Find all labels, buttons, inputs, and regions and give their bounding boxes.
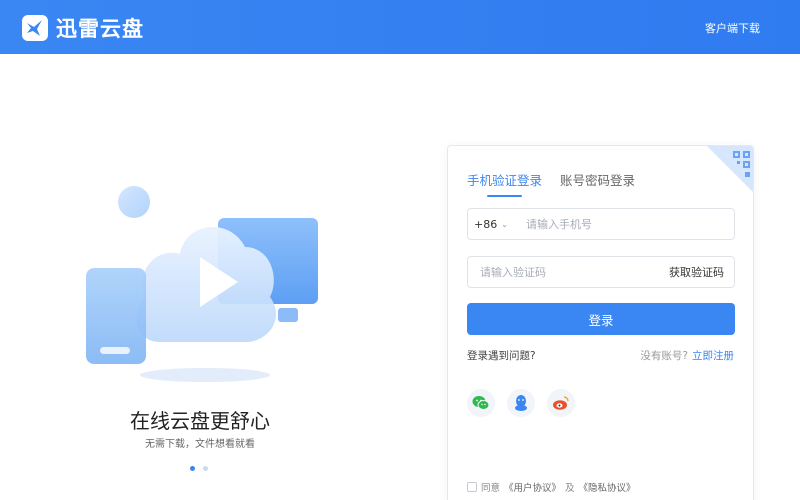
- social-login-group: [467, 389, 575, 417]
- wechat-icon[interactable]: [467, 389, 495, 417]
- user-agreement-link[interactable]: 《用户协议》: [504, 480, 561, 494]
- cloud-play-icon: [136, 227, 276, 342]
- tab-phone-login[interactable]: 手机验证登录: [467, 170, 542, 197]
- login-tabs: 手机验证登录 账号密码登录: [467, 170, 635, 197]
- verification-code-input[interactable]: [468, 257, 669, 287]
- country-code-select[interactable]: +86 ⌄: [468, 209, 514, 239]
- chevron-down-icon: ⌄: [501, 219, 508, 229]
- phone-field: +86 ⌄: [467, 208, 735, 240]
- client-download-link[interactable]: 客户端下载: [705, 20, 760, 36]
- get-code-button[interactable]: 获取验证码: [669, 264, 734, 280]
- monitor-stand: [278, 308, 298, 322]
- carousel-dot-1[interactable]: [190, 466, 195, 471]
- top-header: 迅雷云盘 客户端下载: [0, 0, 800, 54]
- weibo-icon[interactable]: [547, 389, 575, 417]
- agreement-row: 同意 《用户协议》 及 《隐私协议》: [467, 480, 636, 494]
- register-prompt: 没有账号? 立即注册: [640, 350, 734, 362]
- carousel-indicator: [190, 466, 208, 471]
- code-field: 获取验证码: [467, 256, 735, 288]
- login-problem-link[interactable]: 登录遇到问题?: [467, 348, 536, 363]
- promo-subtitle: 无需下载，文件想看就看: [145, 439, 255, 450]
- promo-title: 在线云盘更舒心: [130, 409, 270, 433]
- privacy-policy-link[interactable]: 《隐私协议》: [579, 480, 636, 494]
- login-button[interactable]: 登录: [467, 303, 735, 335]
- register-link[interactable]: 立即注册: [692, 350, 734, 362]
- app-logo[interactable]: 迅雷云盘: [22, 13, 144, 43]
- cloud-play-illustration: [80, 180, 330, 390]
- phone-input[interactable]: [514, 209, 734, 239]
- qr-code-login-icon[interactable]: [707, 146, 753, 192]
- login-card: 手机验证登录 账号密码登录 +86 ⌄ 获取验证码 登录 登录遇到问题? 没有账…: [447, 145, 754, 500]
- thunder-bird-icon: [22, 15, 48, 41]
- agreement-checkbox[interactable]: [467, 482, 477, 492]
- carousel-dot-2[interactable]: [203, 466, 208, 471]
- qq-icon[interactable]: [507, 389, 535, 417]
- app-name: 迅雷云盘: [56, 17, 144, 41]
- phone-illustration: [86, 268, 146, 364]
- tab-password-login[interactable]: 账号密码登录: [560, 170, 635, 197]
